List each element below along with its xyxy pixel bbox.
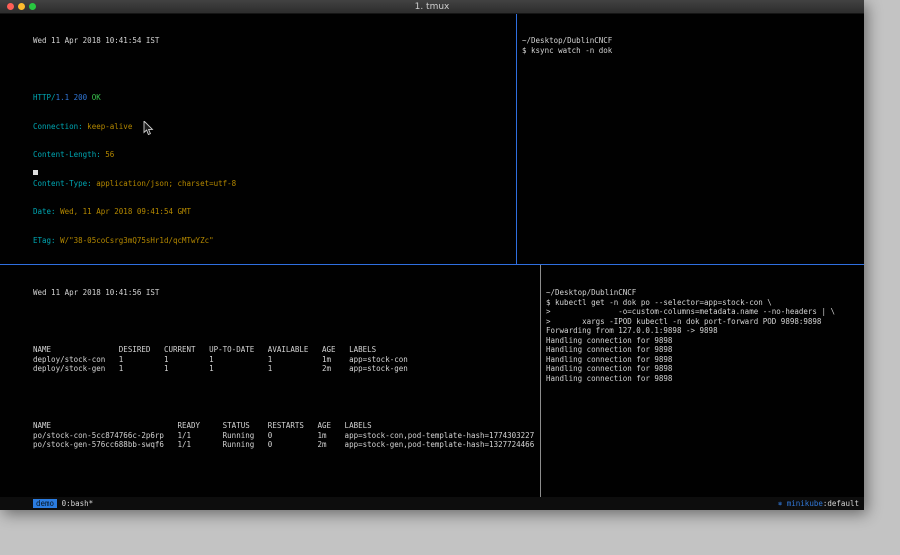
pane-bottom-left[interactable]: Wed 11 Apr 2018 10:41:56 IST NAME DESIRE…	[0, 265, 540, 497]
zoom-window-button[interactable]	[29, 3, 36, 10]
pane-bottom-right[interactable]: ~/Desktop/DublinCNCF $ kubectl get -n do…	[541, 265, 864, 497]
kube-namespace: :default	[823, 499, 859, 508]
mouse-cursor	[143, 121, 155, 137]
terminal-cursor	[33, 170, 38, 175]
kube-context: minikube	[787, 499, 823, 508]
kubernetes-helm-icon: ⎈	[778, 499, 787, 508]
minimize-window-button[interactable]	[18, 3, 25, 10]
http-header: Date: Wed, 11 Apr 2018 09:41:54 GMT	[33, 207, 516, 217]
window-title: 1. tmux	[0, 0, 864, 14]
terminal-output-ksync: ~/Desktop/DublinCNCF $ ksync watch -n do…	[522, 36, 864, 55]
http-header: Content-Length: 56	[33, 150, 516, 160]
http-status-line: HTTP/1.1 200 OK	[33, 93, 516, 103]
pane-divider-vertical-top[interactable]	[516, 14, 517, 264]
pane-top-right[interactable]: ~/Desktop/DublinCNCF $ ksync watch -n do…	[517, 14, 864, 264]
http-header: ETag: W/"38-05coCsrg3mQ75sHr1d/qcMTwYZc"	[33, 236, 516, 246]
http-header: Connection: keep-alive	[33, 122, 516, 132]
terminal-window: 1. tmux Wed 11 Apr 2018 10:41:54 IST HTT…	[0, 0, 864, 510]
tmux-status-bar: demo 0:bash* ⎈ minikube:default	[0, 497, 864, 510]
session-name[interactable]: demo	[33, 499, 57, 508]
window-tab-label[interactable]: 0:bash*	[62, 499, 94, 508]
timestamp-bottom-left: Wed 11 Apr 2018 10:41:56 IST	[33, 288, 540, 298]
titlebar[interactable]: 1. tmux	[0, 0, 864, 14]
pane-top-left[interactable]: Wed 11 Apr 2018 10:41:54 IST HTTP/1.1 20…	[0, 14, 516, 264]
pods-table: NAME READY STATUS RESTARTS AGE LABELS po…	[33, 421, 540, 450]
pane-divider-vertical-bottom[interactable]	[540, 265, 541, 497]
terminal-output-port-forward: ~/Desktop/DublinCNCF $ kubectl get -n do…	[546, 288, 864, 383]
timestamp-top-left: Wed 11 Apr 2018 10:41:54 IST	[33, 36, 516, 46]
http-header: Content-Type: application/json; charset=…	[33, 179, 516, 189]
close-window-button[interactable]	[7, 3, 14, 10]
deployments-table: NAME DESIRED CURRENT UP-TO-DATE AVAILABL…	[33, 345, 540, 374]
pane-divider-horizontal[interactable]	[0, 264, 864, 265]
status-left: demo 0:bash*	[33, 499, 93, 508]
status-right: ⎈ minikube:default	[778, 499, 859, 508]
traffic-lights	[7, 3, 36, 10]
